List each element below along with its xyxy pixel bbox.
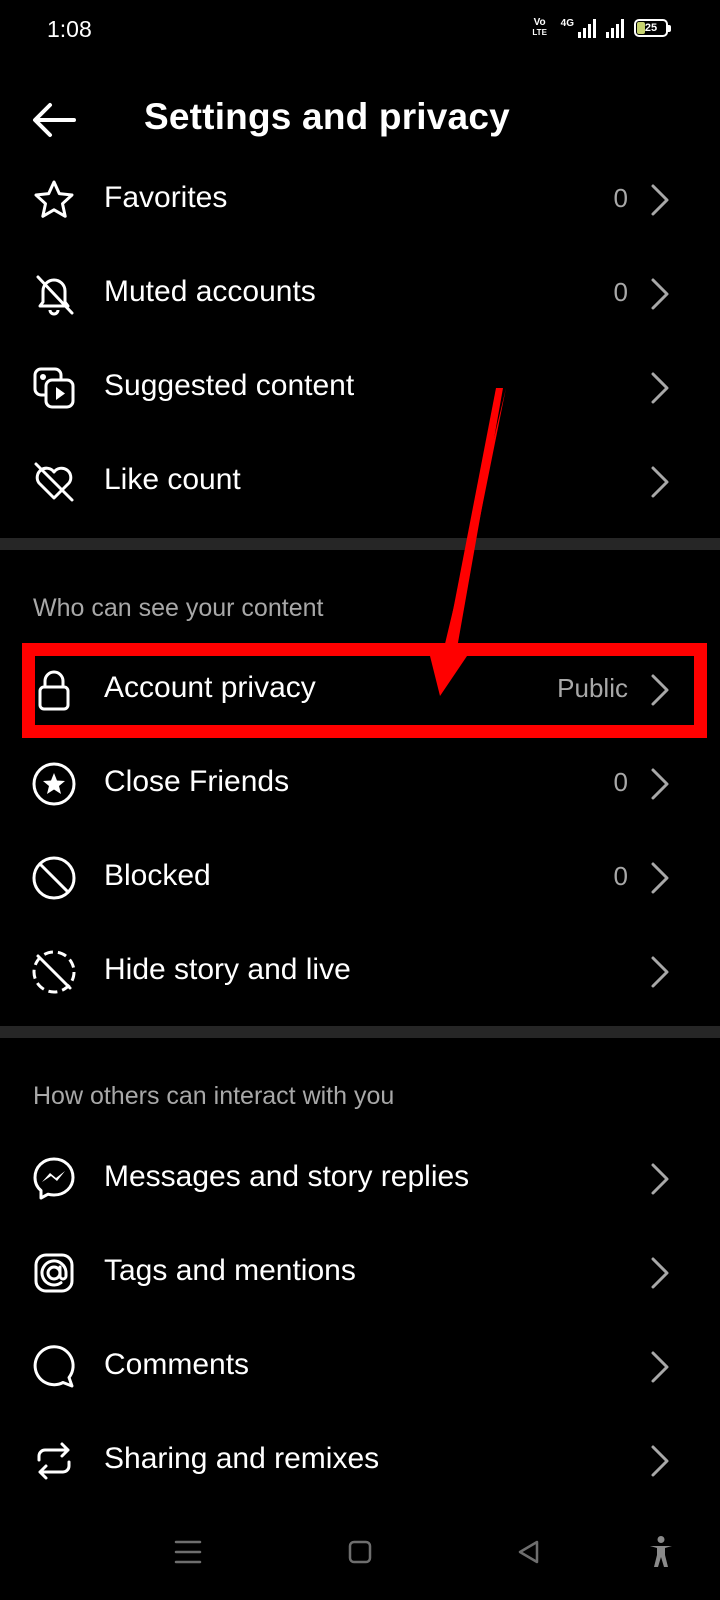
row-suggested-content[interactable]: Suggested content [0, 341, 720, 435]
suggested-content-icon [30, 364, 78, 412]
chevron-right-icon [651, 1445, 669, 1477]
row-label: Comments [104, 1348, 250, 1381]
row-blocked[interactable]: Blocked 0 [0, 831, 720, 925]
chevron-right-icon [651, 768, 669, 800]
row-like-count[interactable]: Like count [0, 435, 720, 529]
chevron-right-icon [651, 1351, 669, 1383]
system-nav-bar [0, 1510, 720, 1600]
row-hide-story[interactable]: Hide story and live [0, 925, 720, 1019]
accessibility-icon [650, 1536, 672, 1567]
row-sharing-remixes[interactable]: Sharing and remixes [0, 1414, 720, 1508]
back-arrow-icon [33, 103, 76, 137]
row-label: Muted accounts [104, 275, 316, 308]
star-circle-icon [30, 760, 78, 808]
row-value: 0 [613, 861, 628, 891]
chevron-right-icon [651, 862, 669, 894]
home-nav-button[interactable] [340, 1532, 380, 1572]
back-triangle-icon [518, 1540, 539, 1564]
page-title: Settings and privacy [144, 96, 510, 137]
volte-top-label: Vo [533, 17, 546, 28]
row-label: Messages and story replies [104, 1160, 470, 1193]
header: Settings and privacy [0, 80, 720, 160]
comment-icon [30, 1343, 78, 1391]
section-divider [0, 1026, 720, 1038]
row-value: 0 [613, 183, 628, 213]
row-comments[interactable]: Comments [0, 1320, 720, 1414]
at-sign-icon [30, 1249, 78, 1297]
chevron-right-icon [651, 466, 669, 498]
back-button[interactable] [28, 94, 80, 146]
chevron-right-icon [651, 184, 669, 216]
row-label: Favorites [104, 181, 228, 214]
blocked-icon [30, 854, 78, 902]
battery-icon: 25 [634, 19, 671, 37]
row-label: Sharing and remixes [104, 1442, 380, 1475]
battery-level: 25 [644, 22, 658, 34]
back-nav-button[interactable] [509, 1532, 549, 1572]
chevron-right-icon [651, 278, 669, 310]
row-tags-mentions[interactable]: Tags and mentions [0, 1226, 720, 1320]
highlight-box [22, 643, 707, 738]
chevron-right-icon [651, 372, 669, 404]
section-header-visibility: Who can see your content [33, 594, 324, 622]
row-label: Blocked [104, 859, 211, 892]
menu-nav-button[interactable] [168, 1532, 208, 1572]
chevron-right-icon [651, 1257, 669, 1289]
chevron-right-icon [651, 956, 669, 988]
heart-off-icon [30, 458, 78, 506]
menu-icon [174, 1540, 202, 1564]
status-time: 1:08 [47, 16, 92, 42]
row-label: Suggested content [104, 369, 355, 402]
row-favorites[interactable]: Favorites 0 [0, 153, 720, 247]
row-label: Tags and mentions [104, 1254, 356, 1287]
row-label: Hide story and live [104, 953, 351, 986]
volte-bottom-label: LTE [532, 28, 547, 37]
chevron-right-icon [651, 1163, 669, 1195]
section-divider [0, 538, 720, 550]
row-close-friends[interactable]: Close Friends 0 [0, 737, 720, 831]
messenger-icon [30, 1155, 78, 1203]
share-remix-icon [30, 1437, 78, 1485]
signal-strength-icon-2 [606, 18, 624, 38]
section-header-interaction: How others can interact with you [33, 1082, 395, 1110]
accessibility-nav-button[interactable] [641, 1532, 681, 1572]
status-icons: Vo LTE 4G 25 [529, 18, 671, 38]
volte-icon: Vo LTE [529, 18, 551, 38]
status-bar: 1:08 Vo LTE 4G 25 [0, 0, 720, 64]
hide-story-icon [30, 948, 78, 996]
row-messages[interactable]: Messages and story replies [0, 1132, 720, 1226]
row-value: 0 [613, 277, 628, 307]
muted-bell-icon [30, 270, 78, 318]
row-value: 0 [613, 767, 628, 797]
row-muted-accounts[interactable]: Muted accounts 0 [0, 247, 720, 341]
signal-strength-icon [578, 18, 596, 38]
row-label: Close Friends [104, 765, 290, 798]
row-label: Like count [104, 463, 241, 496]
home-square-icon [348, 1540, 372, 1564]
star-icon [30, 176, 78, 224]
network-type-label: 4G [560, 18, 574, 29]
